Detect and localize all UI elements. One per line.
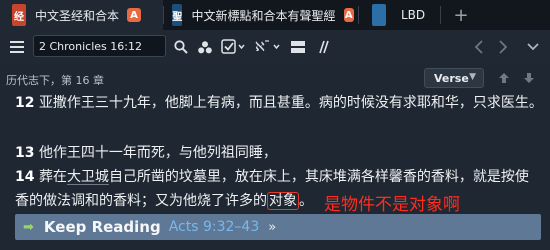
arrow-down-icon[interactable] [521,70,537,86]
tab-bar: 经 中文圣经和合本 A 聖 中文新標點和合本有聲聖經 A LBD + [0,0,550,30]
cluster-icon[interactable] [196,37,214,57]
tab-title: LBD [401,8,426,22]
arrow-up-icon[interactable] [496,70,512,86]
arrow-right-icon: ➡ [23,219,34,235]
keep-reading-reference[interactable]: Acts 9:32–43 [169,219,260,235]
place-link[interactable]: 大卫城 [67,169,109,185]
tab-lbd[interactable]: LBD [362,0,442,30]
tab-badge: A [343,8,354,22]
layout-icon[interactable] [288,37,308,57]
search-icon[interactable] [172,37,190,57]
verse-14: 14 葬在大卫城自己所凿的坟墓里，放在床上，其床堆满各样馨香的香料，就是按使 [15,168,529,186]
back-icon[interactable] [470,37,488,57]
annotation-note: 是物件不是对象啊 [324,195,460,215]
verse-12: 12 亚撒作王三十九年，他脚上有病，而且甚重。病的时候没有求耶和华，只求医生。 [15,94,543,112]
tab-chinese-bible[interactable]: 经 中文圣经和合本 A [0,0,163,30]
verse-text: 亚撒作王三十九年，他脚上有病，而且甚重。病的时候没有求耶和华，只求医生。 [38,95,543,111]
breadcrumb-row: 历代志下，第 16 章 Verse ▼ [0,64,550,92]
keep-reading-bar[interactable]: ➡ Keep Reading Acts 9:32–43 » [15,214,541,240]
more-icon[interactable] [524,37,542,57]
bible-text: 12 亚撒作王三十九年，他脚上有病，而且甚重。病的时候没有求耶和华，只求医生。 … [0,92,550,250]
tab-divider [358,6,359,24]
book-cover-icon: 聖 [172,4,183,26]
verse-number[interactable]: 13 [15,145,34,161]
verse-text: 自己所凿的坟墓里，放在床上，其床堆满各样馨香的香料，就是按使 [108,169,529,185]
verse-select[interactable]: Verse ▼ [424,68,484,88]
verse-text: 。 [299,193,313,209]
tab-title: 中文新標點和合本有聲聖經 [191,8,336,23]
tab-badge: A [127,8,142,22]
book-cover-icon: 经 [12,4,26,26]
breadcrumb[interactable]: 历代志下，第 16 章 [6,72,104,88]
reference-input[interactable] [33,35,166,57]
check-icon[interactable] [220,37,246,57]
forward-icon[interactable] [494,37,512,57]
add-tab-button[interactable]: + [453,3,469,27]
interlinear-icon[interactable]: ℵ [254,37,282,57]
tab-divider [440,6,441,24]
verse-number[interactable]: 14 [15,169,34,185]
tab-chinese-audio-bible[interactable]: 聖 中文新標點和合本有聲聖經 A [164,0,354,30]
highlighted-word[interactable]: 对象 [267,192,299,210]
verse-13: 13 他作王四十一年而死，与他列祖同睡， [15,144,277,162]
verse-text: 他作王四十一年而死，与他列祖同睡， [38,145,277,161]
verse-text: 葬在 [38,169,67,185]
verse-text: 香的做法调和的香料；又为他烧了许多的 [15,193,267,209]
parallel-icon[interactable] [312,37,334,57]
verse-14-continued: 香的做法调和的香料；又为他烧了许多的 对象。 [15,192,313,210]
verse-select-label: Verse [434,71,469,85]
toolbar: ℵ [0,30,550,64]
svg-text:ℵ: ℵ [255,40,265,55]
more-icon[interactable]: » [268,220,276,235]
menu-icon[interactable] [8,37,26,57]
chevron-down-icon: ▼ [469,72,476,82]
keep-reading-label: Keep Reading [43,218,161,236]
tab-title: 中文圣经和合本 [35,8,120,23]
book-cover-icon [372,4,386,26]
verse-number[interactable]: 12 [15,95,34,111]
